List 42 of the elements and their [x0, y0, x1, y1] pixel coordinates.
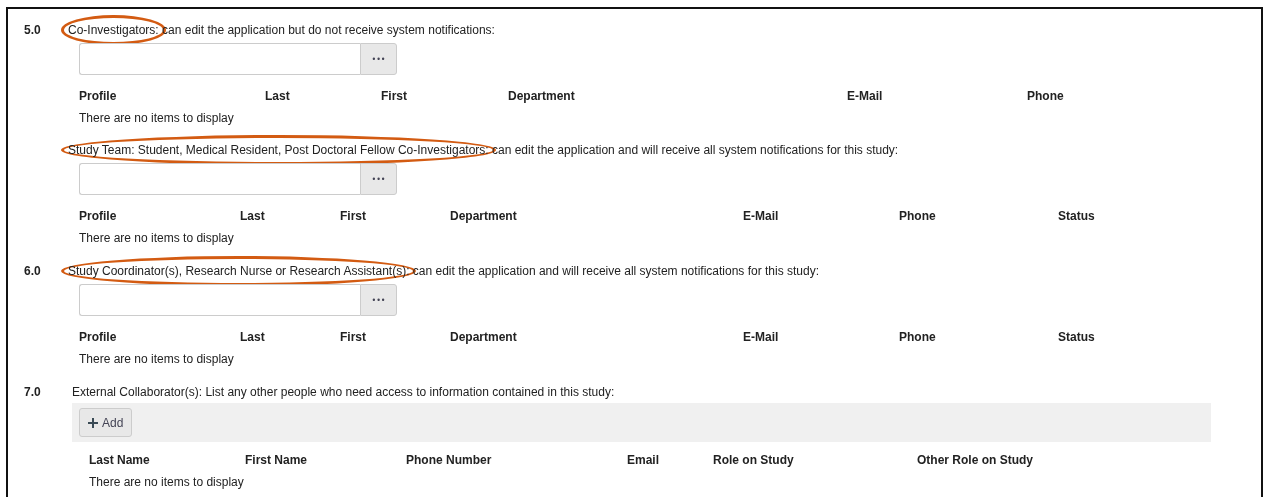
column-header: Last: [240, 208, 265, 224]
empty-message: There are no items to display: [89, 474, 244, 490]
empty-message: There are no items to display: [79, 351, 234, 367]
column-header: Department: [450, 329, 517, 345]
column-header: Status: [1058, 329, 1095, 345]
column-header: Phone Number: [406, 452, 492, 468]
column-header: E-Mail: [743, 329, 779, 345]
column-header: First Name: [245, 452, 308, 468]
column-header: Status: [1058, 208, 1095, 224]
column-header: Department: [508, 88, 575, 104]
column-header: First: [340, 208, 366, 224]
section-number: 7.0: [23, 384, 42, 401]
browse-button[interactable]: •••: [360, 163, 397, 195]
browse-button[interactable]: •••: [360, 284, 397, 316]
column-header: First: [381, 88, 407, 104]
column-header: Phone: [899, 208, 936, 224]
column-header: Role on Study: [713, 452, 794, 468]
add-button[interactable]: Add: [79, 408, 133, 437]
column-header: Last: [265, 88, 290, 104]
column-header: E-Mail: [847, 88, 883, 104]
column-header: Phone: [899, 329, 936, 345]
column-header: Other Role on Study: [917, 452, 1033, 468]
column-header: Department: [450, 208, 517, 224]
column-header: Profile: [79, 208, 117, 224]
input-field[interactable]: [79, 284, 360, 316]
column-header: Profile: [79, 88, 117, 104]
input-field[interactable]: [79, 163, 360, 195]
empty-message: There are no items to display: [79, 110, 234, 126]
label-text: can edit the application and will receive all system notifications for this study:: [492, 142, 899, 159]
column-header: Last Name: [89, 452, 150, 468]
empty-message: There are no items to display: [79, 230, 234, 246]
column-header: Last: [240, 329, 265, 345]
column-header: Phone: [1027, 88, 1064, 104]
plus-icon: [88, 417, 98, 428]
label-text: External Collaborator(s): List any other people who need access to information contained in this study:: [72, 384, 615, 401]
column-header: First: [340, 329, 366, 345]
input-field[interactable]: [79, 43, 360, 75]
column-header: Email: [627, 452, 659, 468]
label-text: can edit the application and will receive all system notifications for this study:: [412, 263, 819, 280]
column-header: Profile: [79, 329, 117, 345]
browse-button[interactable]: •••: [360, 43, 397, 75]
column-header: E-Mail: [743, 208, 779, 224]
